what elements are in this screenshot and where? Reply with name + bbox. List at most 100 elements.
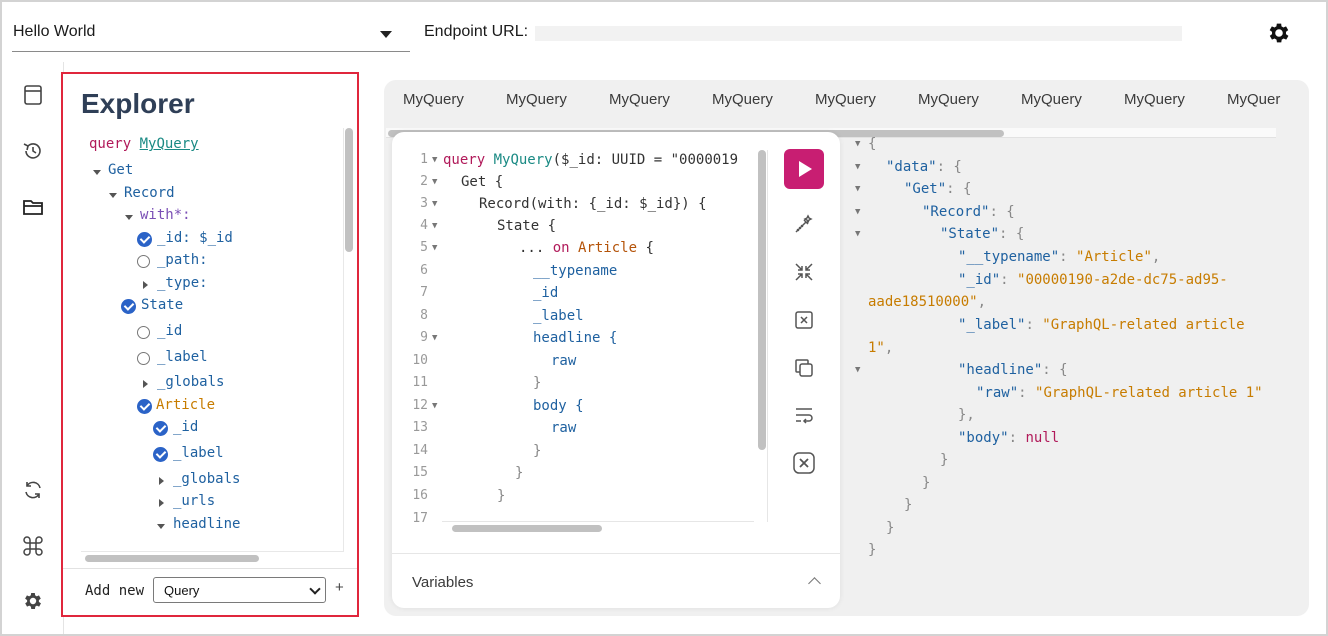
checkbox-checked-icon[interactable] — [153, 421, 168, 436]
tree-node-label: _globals — [157, 374, 225, 390]
editor-scrollbar-vertical[interactable] — [758, 150, 766, 450]
result-value: "00000190-a2de-dc75-ad95- — [1017, 272, 1228, 288]
tab-query[interactable]: MyQuery — [1021, 91, 1082, 108]
explorer-title: Explorer — [81, 88, 195, 119]
line-number: 11 — [412, 375, 428, 390]
merge-icon[interactable] — [792, 260, 816, 284]
add-new-label: Add new — [85, 583, 145, 599]
fold-arrow-icon[interactable]: ▼ — [432, 401, 437, 411]
fold-arrow-icon[interactable]: ▼ — [432, 221, 437, 231]
chevron-down-icon — [380, 31, 392, 38]
code-operation-name: MyQuery — [493, 152, 553, 168]
shortcuts-icon[interactable] — [22, 535, 44, 557]
tab-query[interactable]: MyQuery — [1124, 91, 1185, 108]
query-editor[interactable]: 1 ▼ query MyQuery($_id: UUID = "0000019 2 ▼… — [392, 150, 762, 522]
result-key: "data" — [886, 159, 937, 175]
editor-scroll-track — [442, 521, 754, 522]
result-key: "State" — [940, 226, 1000, 242]
settings-icon[interactable] — [22, 590, 44, 612]
result-value: "GraphQL-related article 1" — [1035, 385, 1263, 401]
line-number: 5 — [420, 240, 428, 255]
line-number: 1 — [420, 152, 428, 167]
fold-arrow-icon[interactable]: ▼ — [855, 184, 860, 194]
checkbox-checked-icon[interactable] — [153, 447, 168, 462]
tree-node-label: Record — [124, 185, 175, 201]
tree-node-label: Article — [156, 397, 216, 413]
query-keyword: query — [89, 136, 132, 152]
fold-arrow-icon[interactable]: ▼ — [432, 155, 437, 165]
copy-icon[interactable] — [792, 308, 816, 332]
checkbox-checked-icon[interactable] — [137, 399, 152, 414]
tree-scrollbar-vertical[interactable] — [345, 128, 353, 252]
result-key: "raw" — [976, 385, 1019, 401]
fold-arrow-icon[interactable]: ▼ — [432, 243, 437, 253]
fold-arrow-icon[interactable]: ▼ — [855, 365, 860, 375]
tab-query[interactable]: MyQuery — [712, 91, 773, 108]
result-key: "Get" — [904, 181, 947, 197]
tree-node-label: _label — [173, 445, 224, 461]
fold-arrow-icon[interactable]: ▼ — [855, 207, 860, 217]
tab-query[interactable]: MyQuery — [403, 91, 464, 108]
tree-node-label: _id — [157, 323, 183, 339]
line-number: 17 — [412, 511, 428, 522]
fold-arrow-icon[interactable]: ▼ — [432, 333, 437, 343]
checkbox-unchecked-icon[interactable] — [137, 326, 150, 339]
copy-query-icon[interactable] — [792, 356, 816, 380]
tree-node-label: _path: — [157, 252, 208, 268]
code-text: Record(with: {_id: $_id}) { — [479, 196, 707, 212]
wrap-icon[interactable] — [792, 403, 816, 427]
explorer-folder-icon[interactable] — [22, 196, 44, 218]
operation-type-select[interactable]: Query — [153, 577, 326, 603]
gear-icon[interactable] — [1266, 20, 1292, 46]
code-text: { — [637, 240, 654, 256]
code-text: State { — [497, 218, 557, 234]
editor-scrollbar-horizontal[interactable] — [452, 525, 602, 532]
code-text: _id — [533, 285, 559, 301]
checkbox-unchecked-icon[interactable] — [137, 255, 150, 268]
prettify-icon[interactable] — [792, 212, 816, 236]
tab-query[interactable]: MyQuery — [815, 91, 876, 108]
refetch-icon[interactable] — [22, 479, 44, 501]
run-button[interactable] — [784, 149, 824, 189]
result-key: "Record" — [922, 204, 990, 220]
checkbox-checked-icon[interactable] — [121, 299, 136, 314]
endpoint-label: Endpoint URL: — [424, 23, 529, 40]
add-operation-button[interactable]: + — [335, 579, 344, 596]
operation-type-value: Query — [164, 583, 200, 598]
chevron-up-icon[interactable] — [808, 577, 821, 590]
checkbox-unchecked-icon[interactable] — [137, 352, 150, 365]
code-keyword: on — [552, 240, 570, 256]
code-text: ($_id: UUID = "0000019 — [552, 152, 739, 168]
fold-arrow-icon[interactable]: ▼ — [432, 199, 437, 209]
tab-query[interactable]: MyQuery — [918, 91, 979, 108]
line-number: 9 — [420, 330, 428, 345]
result-key: "__typename" — [958, 249, 1060, 265]
workspace-select[interactable]: Hello World — [12, 18, 410, 52]
fold-arrow-icon[interactable]: ▼ — [855, 139, 860, 149]
tab-query[interactable]: MyQuery — [506, 91, 567, 108]
docs-icon[interactable] — [22, 84, 44, 106]
code-text: Get { — [461, 174, 504, 190]
result-key: "_label" — [958, 317, 1026, 333]
code-text: __typename — [533, 263, 618, 279]
explorer-footer: Add new Query + — [63, 568, 357, 617]
variables-bar[interactable]: Variables — [392, 553, 840, 608]
caret-down-icon — [109, 193, 117, 198]
line-number: 6 — [420, 263, 428, 278]
tree-scrollbar-horizontal[interactable] — [85, 555, 259, 562]
query-header: query MyQuery — [89, 136, 199, 156]
tab-query[interactable]: MyQuery — [609, 91, 670, 108]
fold-arrow-icon[interactable]: ▼ — [432, 177, 437, 187]
checkbox-checked-icon[interactable] — [137, 232, 152, 247]
tab-bar: MyQuery MyQuery MyQuery MyQuery MyQuery … — [384, 80, 1309, 124]
fold-arrow-icon[interactable]: ▼ — [855, 162, 860, 172]
tab-query[interactable]: MyQuer — [1227, 91, 1280, 108]
line-number: 15 — [412, 465, 428, 480]
result-value: "GraphQL-related article — [1042, 317, 1245, 333]
fold-arrow-icon[interactable]: ▼ — [855, 229, 860, 239]
endpoint-url-input[interactable] — [535, 26, 1182, 41]
history-icon[interactable] — [22, 140, 44, 162]
caret-down-icon — [157, 524, 165, 529]
query-name-input[interactable]: MyQuery — [140, 136, 199, 152]
close-icon[interactable] — [792, 451, 816, 475]
